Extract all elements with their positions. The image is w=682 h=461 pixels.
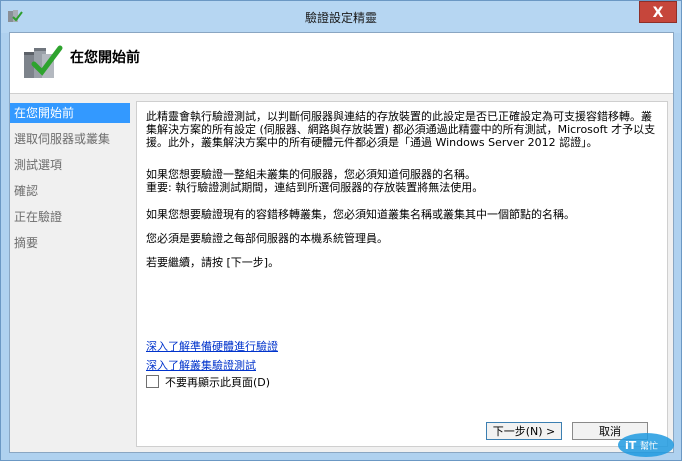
step-test-options[interactable]: 測試選項 [10, 155, 130, 175]
cluster-validation-icon [24, 45, 63, 78]
step-confirmation[interactable]: 確認 [10, 181, 130, 201]
dont-show-again-checkbox[interactable] [146, 375, 159, 388]
step-before-you-begin[interactable]: 在您開始前 [10, 103, 130, 123]
wizard-steps: 在您開始前 選取伺服器或叢集 測試選項 確認 正在驗證 摘要 [10, 103, 130, 259]
dont-show-again-label: 不要再顯示此頁面(D) [165, 376, 271, 389]
dont-show-again-option[interactable]: 不要再顯示此頁面(D) [146, 374, 270, 390]
close-button[interactable]: X [639, 1, 677, 23]
step-summary[interactable]: 摘要 [10, 233, 130, 253]
servers-paragraph: 如果您想要驗證一整組未叢集的伺服器，您必須知道伺服器的名稱。 重要: 執行驗證測… [146, 168, 484, 194]
step-select-servers[interactable]: 選取伺服器或叢集 [10, 129, 130, 149]
main-panel: 此精靈會執行驗證測試，以判斷伺服器與連結的存放裝置的此設定是否已正確設定為可支援… [136, 101, 668, 447]
hardware-validation-link[interactable]: 深入了解準備硬體進行驗證 [146, 338, 278, 354]
next-button[interactable]: 下一步(N) > [486, 422, 562, 440]
title-bar[interactable]: 驗證設定精靈 X [1, 1, 681, 33]
wizard-header: 在您開始前 [10, 33, 673, 94]
wizard-content: 在您開始前 在您開始前 選取伺服器或叢集 測試選項 確認 正在驗證 摘要 此精靈… [9, 32, 674, 453]
admin-paragraph: 您必須是要驗證之每部伺服器的本機系統管理員。 [146, 232, 388, 245]
step-validating[interactable]: 正在驗證 [10, 207, 130, 227]
wizard-window: 驗證設定精靈 X 在您開始前 在您開始前 選取伺服器或叢集 測試選項 確認 正在… [0, 0, 682, 461]
page-title: 在您開始前 [70, 50, 140, 66]
watermark-logo-icon: iT 幫忙 [618, 433, 674, 457]
cluster-validation-link[interactable]: 深入了解叢集驗證測試 [146, 357, 256, 373]
svg-text:iT: iT [625, 439, 637, 452]
close-icon: X [652, 5, 664, 21]
svg-text:幫忙: 幫忙 [640, 440, 658, 452]
continue-paragraph: 若要繼續，請按 [下一步]。 [146, 256, 280, 269]
intro-paragraph: 此精靈會執行驗證測試，以判斷伺服器與連結的存放裝置的此設定是否已正確設定為可支援… [146, 110, 656, 149]
cluster-paragraph: 如果您想要驗證現有的容錯移轉叢集，您必須知道叢集名稱或叢集其中一個節點的名稱。 [146, 208, 575, 221]
window-title: 驗證設定精靈 [304, 11, 377, 25]
